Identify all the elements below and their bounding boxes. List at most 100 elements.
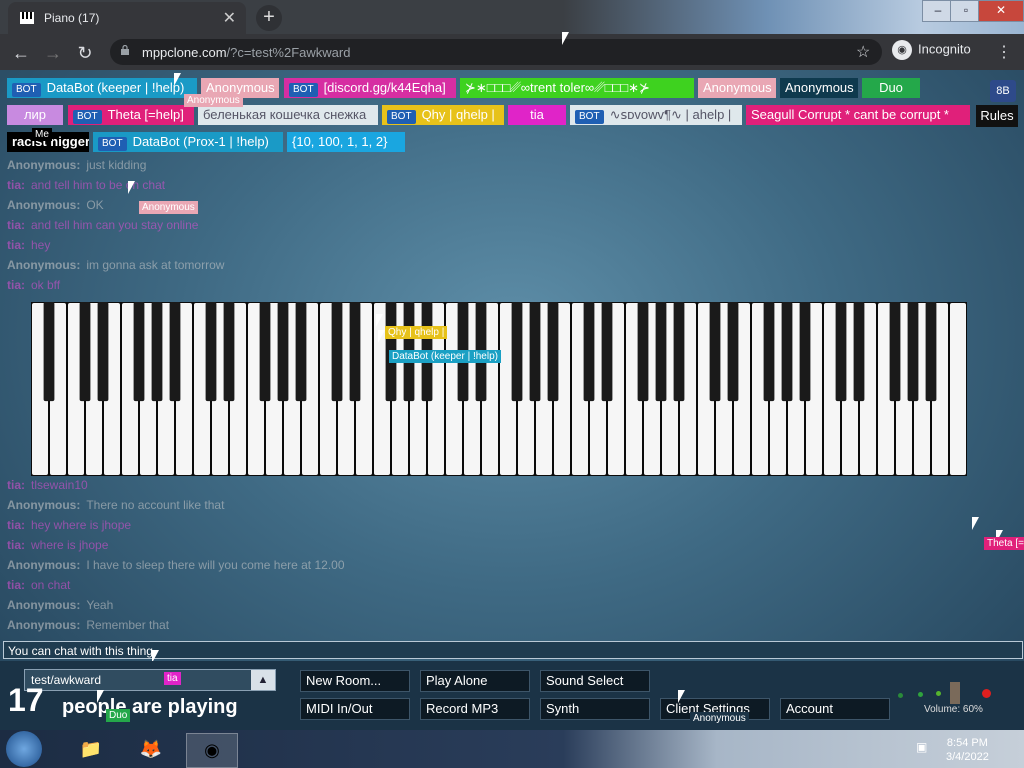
url-text: mppclone.com/?c=test%2Fawkward (142, 45, 350, 60)
chat-text: im gonna ask at tomorrow (86, 258, 225, 272)
back-arrow-icon[interactable]: ← (10, 42, 32, 64)
piano-keyboard[interactable] (31, 302, 967, 476)
browser-tab[interactable]: Piano (17) ✕ (8, 2, 246, 34)
user-numbers[interactable]: {10, 100, 1, 1, 2} (287, 132, 405, 152)
tray-clock[interactable]: 8:54 PM 3/4/2022 (946, 736, 989, 764)
black-key[interactable] (853, 302, 865, 402)
user-qhy[interactable]: BOT Qhy | qhelp | (382, 105, 504, 125)
chat-text: tlsewain10 (31, 478, 88, 492)
chat-text: Remember that (86, 618, 170, 632)
black-key[interactable] (79, 302, 91, 402)
incognito-indicator[interactable]: ◉ Incognito (892, 40, 971, 60)
chat-text: on chat (31, 578, 71, 592)
chat-message: tia: and tell him to be on chat (7, 178, 165, 192)
midi-button[interactable]: MIDI In/Out (300, 698, 410, 720)
volume-led (982, 689, 991, 698)
black-key[interactable] (277, 302, 289, 402)
clock-time: 8:54 PM (946, 737, 988, 749)
lock-icon (121, 45, 129, 55)
firefox-icon[interactable]: 🦊 (126, 733, 176, 766)
black-key[interactable] (835, 302, 847, 402)
black-key[interactable] (151, 302, 163, 402)
black-key[interactable] (259, 302, 271, 402)
black-key[interactable] (727, 302, 739, 402)
sound-select-button[interactable]: Sound Select (540, 670, 650, 692)
play-alone-button[interactable]: Play Alone (420, 670, 530, 692)
cursor-label: DataBot (keeper | !help) (389, 350, 501, 363)
windows-start-icon[interactable] (6, 731, 42, 767)
user-discord-bot[interactable]: BOT [discord.gg/k44Eqha] (284, 78, 456, 98)
black-key[interactable] (205, 302, 217, 402)
new-room-button[interactable]: New Room... (300, 670, 410, 692)
8b-button[interactable]: 8B (990, 80, 1016, 102)
black-key[interactable] (907, 302, 919, 402)
user-snezhka[interactable]: беленькая кошечка снежка (198, 105, 378, 125)
black-key[interactable] (889, 302, 901, 402)
room-select[interactable]: test/awkward ▲ (24, 669, 276, 691)
chat-author: Anonymous: (7, 618, 81, 632)
chat-message: tia: where is jhope (7, 538, 108, 552)
folder-icon[interactable]: 📁 (66, 733, 116, 766)
black-key[interactable] (511, 302, 523, 402)
white-key[interactable] (950, 303, 966, 475)
black-key[interactable] (331, 302, 343, 402)
user-name: ∿ꜱᴅᴠᴏᴡᴠ¶∿ | ahelp | (609, 107, 732, 122)
black-key[interactable] (295, 302, 307, 402)
cursor-pointer (562, 32, 569, 45)
black-key[interactable] (583, 302, 595, 402)
user-databot-keeper[interactable]: BOT DataBot (keeper | !help) (7, 78, 197, 98)
synth-button[interactable]: Synth (540, 698, 650, 720)
user-lir[interactable]: лир (7, 105, 63, 125)
user-databot-prox[interactable]: BOT DataBot (Prox-1 | !help) (93, 132, 283, 152)
user-theta[interactable]: BOT Theta [=help] (68, 105, 194, 125)
user-ahelp-bot[interactable]: BOT ∿ꜱᴅᴠᴏᴡᴠ¶∿ | ahelp | (570, 105, 742, 125)
black-key[interactable] (655, 302, 667, 402)
black-key[interactable] (637, 302, 649, 402)
user-seagull-corrupt[interactable]: Seagull Corrupt * cant be corrupt * (746, 105, 970, 125)
chat-text: where is jhope (31, 538, 109, 552)
player-count-label: people are playing (62, 696, 238, 718)
chat-author: tia: (7, 238, 25, 252)
volume-led (898, 693, 903, 698)
volume-knob[interactable] (950, 682, 960, 704)
user-trent-toler[interactable]: ⊁∗□□□␥∞trent toler∞␥□□□∗⊁ (460, 78, 694, 98)
black-key[interactable] (97, 302, 109, 402)
black-key[interactable] (763, 302, 775, 402)
user-anonymous[interactable]: Anonymous (780, 78, 858, 98)
user-duo[interactable]: Duo (862, 78, 920, 98)
chrome-icon[interactable]: ◉ (186, 733, 238, 768)
cursor-pointer (678, 690, 685, 703)
star-icon[interactable]: ☆ (856, 42, 870, 62)
address-bar[interactable]: mppclone.com/?c=test%2Fawkward (110, 39, 882, 65)
black-key[interactable] (529, 302, 541, 402)
black-key[interactable] (169, 302, 181, 402)
black-key[interactable] (781, 302, 793, 402)
black-key[interactable] (349, 302, 361, 402)
cursor-label: Anonymous (690, 712, 749, 725)
account-button[interactable]: Account (780, 698, 890, 720)
black-key[interactable] (673, 302, 685, 402)
rules-button[interactable]: Rules (976, 105, 1018, 127)
close-window-button[interactable]: ✕ (978, 0, 1024, 22)
black-key[interactable] (709, 302, 721, 402)
black-key[interactable] (43, 302, 55, 402)
black-key[interactable] (601, 302, 613, 402)
user-anonymous[interactable]: Anonymous (698, 78, 776, 98)
kebab-menu-icon[interactable]: ⋮ (996, 42, 1012, 62)
black-key[interactable] (547, 302, 559, 402)
network-icon[interactable]: ▣ (916, 740, 927, 754)
piano-icon (20, 12, 34, 24)
black-key[interactable] (223, 302, 235, 402)
black-key[interactable] (799, 302, 811, 402)
plus-icon[interactable]: + (256, 5, 282, 31)
chat-author: tia: (7, 518, 25, 532)
black-key[interactable] (133, 302, 145, 402)
black-key[interactable] (925, 302, 937, 402)
close-icon[interactable]: ✕ (223, 8, 236, 28)
forward-arrow-icon[interactable]: → (42, 42, 64, 64)
record-mp3-button[interactable]: Record MP3 (420, 698, 530, 720)
chevron-up-icon[interactable]: ▲ (251, 670, 275, 690)
reload-icon[interactable]: ↻ (74, 42, 96, 64)
volume-led (918, 692, 923, 697)
user-tia[interactable]: tia (508, 105, 566, 125)
